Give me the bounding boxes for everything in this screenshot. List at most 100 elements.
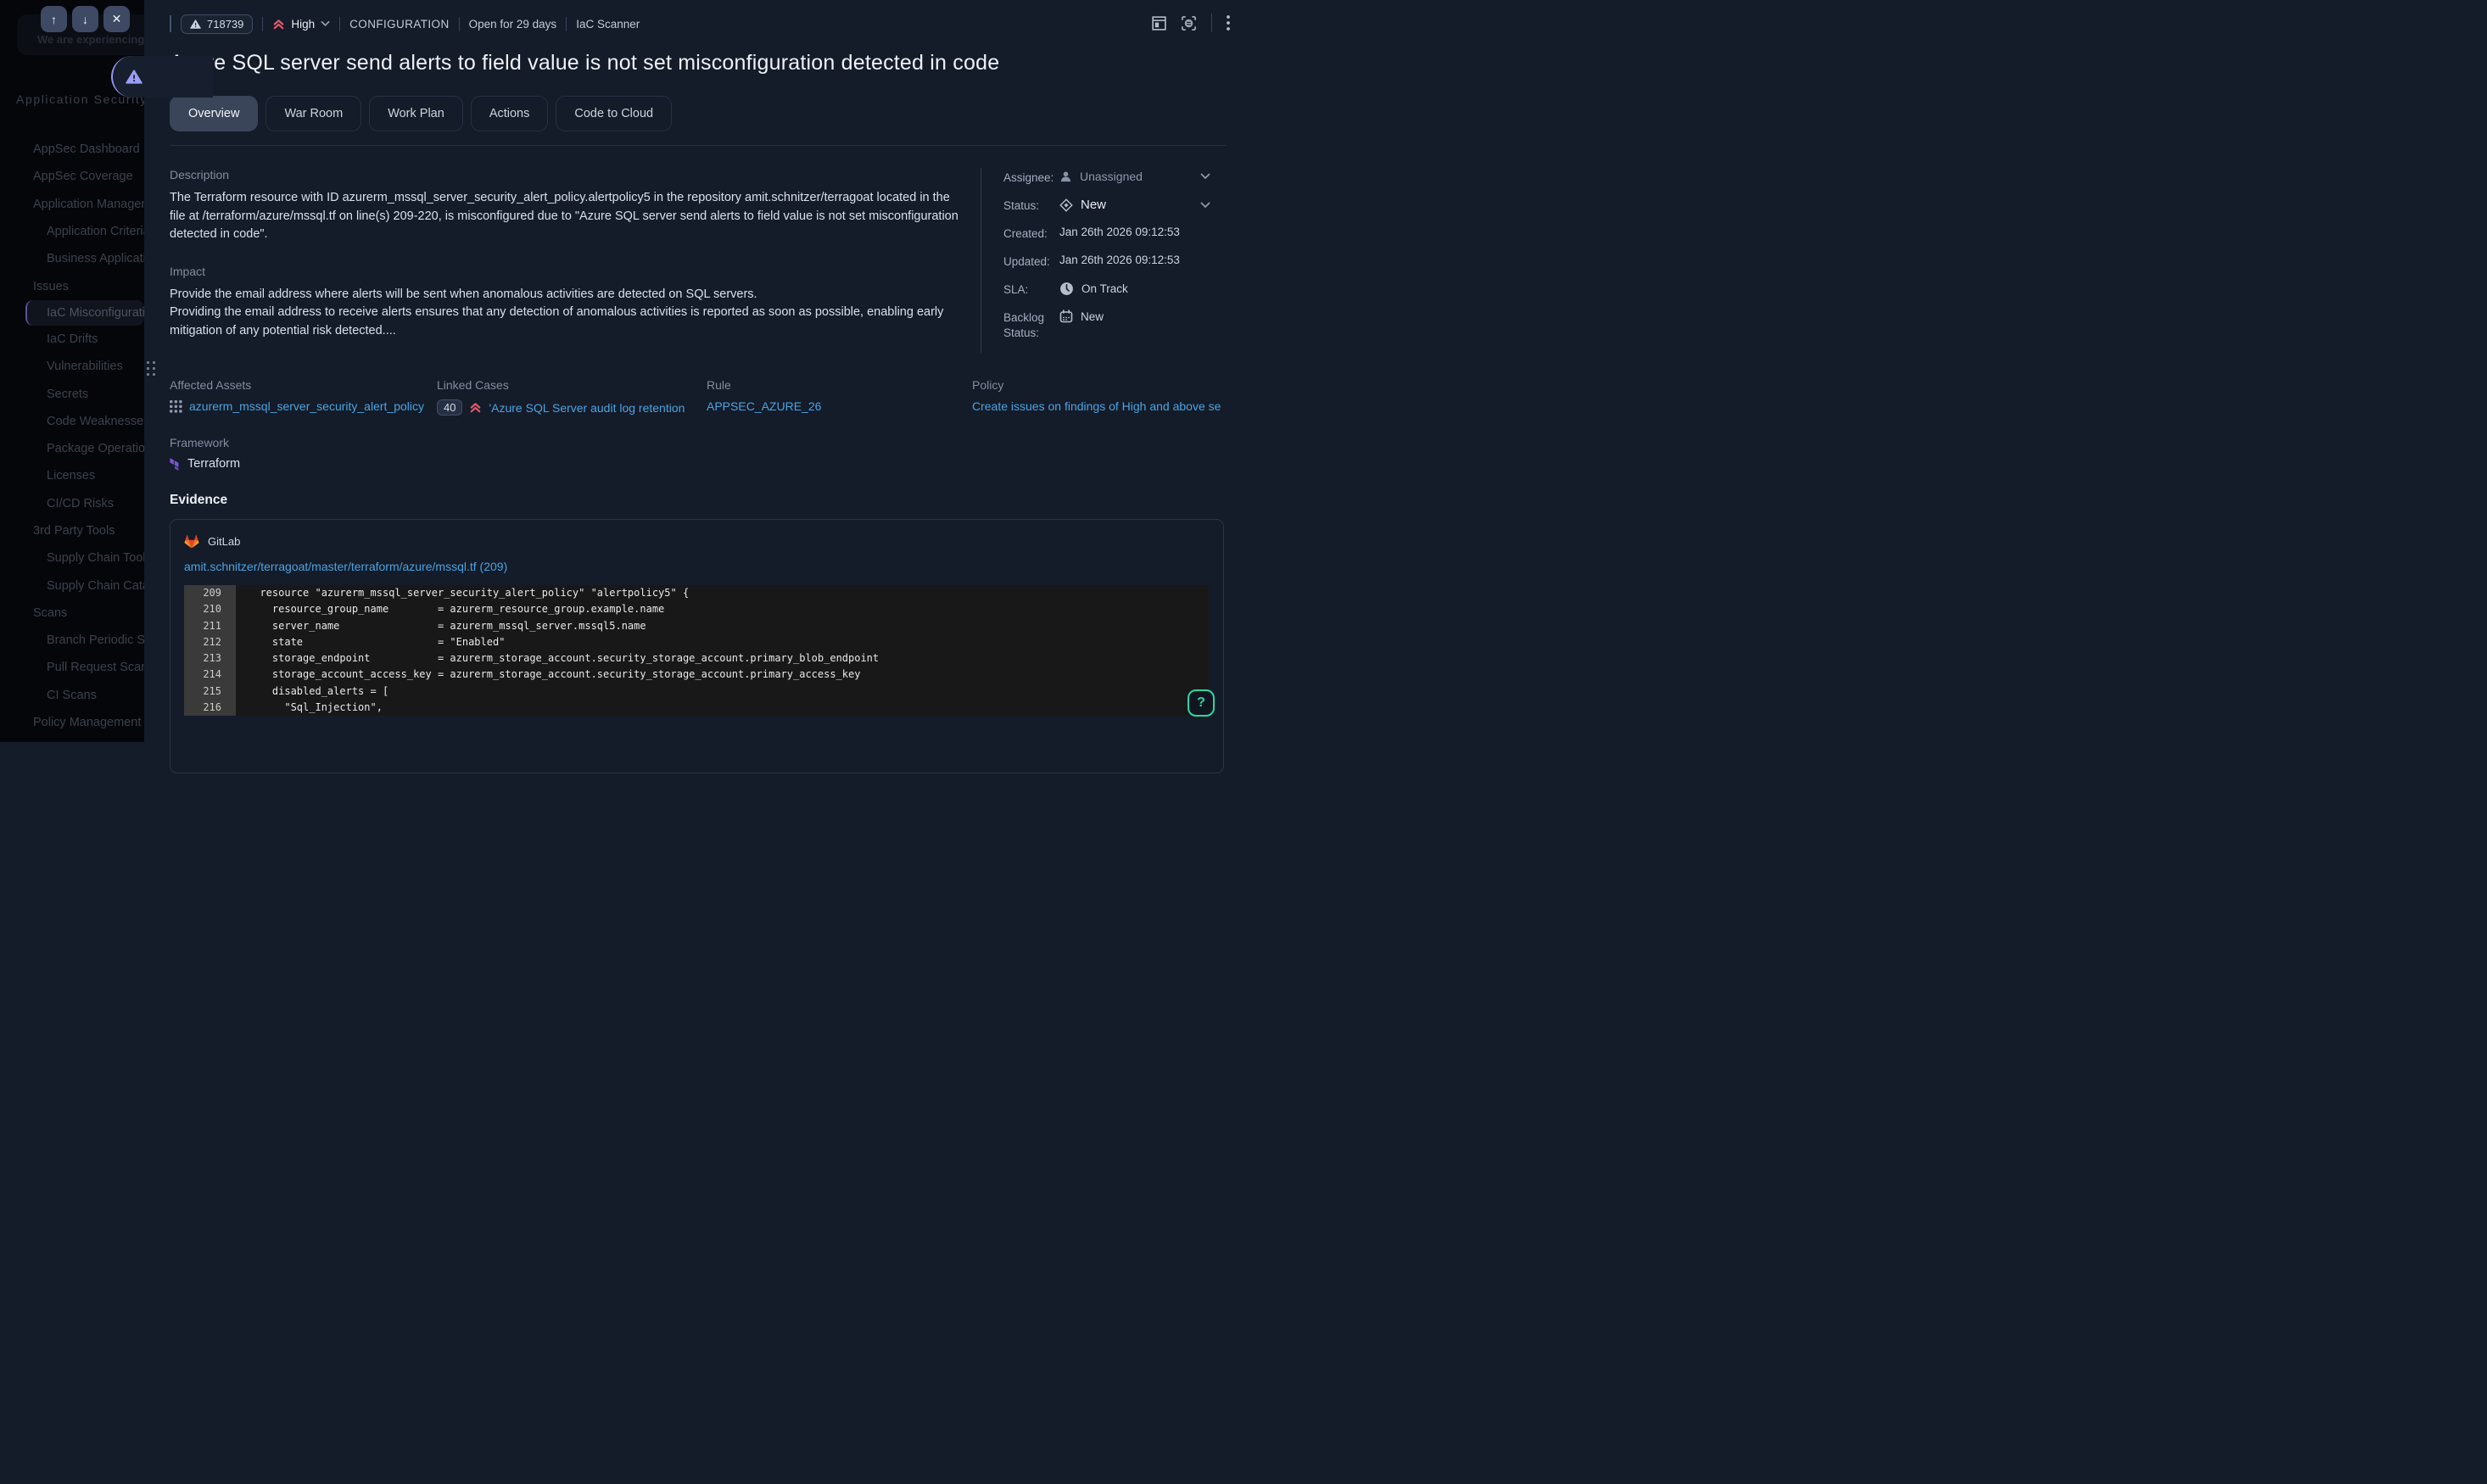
chevron-down-icon xyxy=(321,20,330,27)
kebab-menu-icon[interactable] xyxy=(1227,15,1230,31)
sidebar-item-package-operational[interactable]: Package Operational xyxy=(0,435,144,462)
help-icon: ? xyxy=(1197,695,1205,711)
sidebar-item-appsec-dashboard[interactable]: AppSec Dashboard xyxy=(0,136,144,163)
policy-link[interactable]: Create issues on findings of High and ab… xyxy=(972,399,1221,413)
linked-case-link[interactable]: 'Azure SQL Server audit log retention xyxy=(489,401,685,415)
sidebar-item-application-criteria[interactable]: Application Criteria xyxy=(0,218,144,245)
sidebar-item-iac-misconfiguration[interactable]: IaC Misconfiguration xyxy=(25,300,144,326)
tab-work-plan[interactable]: Work Plan xyxy=(369,96,463,131)
line-number: 210 xyxy=(184,601,236,617)
divider xyxy=(566,17,567,31)
line-number: 216 xyxy=(184,700,236,716)
overlay-buttons: ↑ ↓ ✕ xyxy=(41,6,130,32)
code-text: disabled_alerts = [ xyxy=(236,683,1209,700)
finding-id: 718739 xyxy=(207,18,243,31)
scroll-down-button[interactable]: ↓ xyxy=(72,6,98,32)
assignee-label: Assignee: xyxy=(1003,170,1059,186)
severity-high-icon xyxy=(272,18,285,31)
sidebar-item-pull-request-scans[interactable]: Pull Request Scans xyxy=(0,654,144,681)
linked-cases-label: Linked Cases xyxy=(437,378,707,392)
status-diamond-icon xyxy=(1059,198,1073,212)
sidebar-item-licenses[interactable]: Licenses xyxy=(0,462,144,489)
tab-bar: Overview War Room Work Plan Actions Code… xyxy=(170,96,1244,131)
sidebar-item-iac-drifts[interactable]: IaC Drifts xyxy=(0,326,144,353)
framework-value: Terraform xyxy=(187,457,240,471)
status-value: New xyxy=(1081,198,1106,212)
impact-label: Impact xyxy=(170,265,965,278)
affected-assets-label: Affected Assets xyxy=(170,378,437,392)
panel-layout-icon[interactable] xyxy=(1152,16,1166,31)
updated-value: Jan 26th 2026 09:12:53 xyxy=(1059,254,1180,266)
sidebar-item-appsec-coverage[interactable]: AppSec Coverage xyxy=(0,163,144,190)
finding-header: 718739 High CONFIGURATION Open for 29 da… xyxy=(170,13,1244,35)
evidence-file-link[interactable]: amit.schnitzer/terragoat/master/terrafor… xyxy=(184,560,1223,573)
sidebar-resize-handle-icon[interactable] xyxy=(147,361,156,377)
header-actions xyxy=(1152,14,1230,32)
finding-category: CONFIGURATION xyxy=(349,18,449,31)
description-label: Description xyxy=(170,168,965,181)
sidebar-item-cicd-risks[interactable]: CI/CD Risks xyxy=(0,490,144,517)
sidebar-item-ci-scans[interactable]: CI Scans xyxy=(0,682,144,709)
sidebar-item-supply-chain-tools[interactable]: Supply Chain Tools xyxy=(0,544,144,572)
policy-label: Policy xyxy=(972,378,1244,392)
line-number: 213 xyxy=(184,650,236,667)
rule-link[interactable]: APPSEC_AZURE_26 xyxy=(707,399,821,413)
sidebar-item-business-applications[interactable]: Business Applications xyxy=(0,245,144,272)
description-text: The Terraform resource with ID azurerm_m… xyxy=(170,189,965,244)
scroll-up-button[interactable]: ↑ xyxy=(41,6,67,32)
sidebar-item-policy-management[interactable]: Policy Management xyxy=(0,709,144,736)
severity-dropdown[interactable]: High xyxy=(272,18,330,31)
sidebar-item-3rd-party-tools[interactable]: 3rd Party Tools xyxy=(0,517,144,544)
sidebar-nav: AppSec Dashboard AppSec Coverage Applica… xyxy=(0,136,144,736)
warning-triangle-icon xyxy=(190,20,201,29)
tab-actions[interactable]: Actions xyxy=(471,96,549,131)
finding-id-badge[interactable]: 718739 xyxy=(181,14,253,34)
sidebar-item-supply-chain-catalog[interactable]: Supply Chain Catalog xyxy=(0,572,144,599)
line-number: 215 xyxy=(184,683,236,700)
tab-overview[interactable]: Overview xyxy=(170,96,258,131)
terraform-icon xyxy=(170,458,182,471)
code-snippet[interactable]: 209 resource "azurerm_mssql_server_secur… xyxy=(184,585,1209,716)
divider xyxy=(459,17,460,31)
backlog-status-value: New xyxy=(1081,310,1104,323)
help-button[interactable]: ? xyxy=(1188,689,1215,717)
line-number: 209 xyxy=(184,585,236,601)
linked-cases-count-badge[interactable]: 40 xyxy=(437,399,462,416)
code-text: resource_group_name = azurerm_resource_g… xyxy=(236,601,1209,617)
affected-asset-link[interactable]: azurerm_mssql_server_security_alert_poli… xyxy=(189,399,424,413)
sidebar-item-branch-periodic-scans[interactable]: Branch Periodic Scans xyxy=(0,627,144,654)
chevron-down-icon[interactable] xyxy=(1200,202,1210,209)
impact-text-line2: Providing the email address to receive a… xyxy=(170,304,965,340)
backlog-status-label: Backlog Status: xyxy=(1003,310,1059,341)
code-text: state = "Enabled" xyxy=(236,634,1209,650)
sidebar-item-code-weaknesses[interactable]: Code Weaknesses xyxy=(0,408,144,435)
sidebar-item-application-management[interactable]: Application Management xyxy=(0,191,144,218)
sidebar-item-vulnerabilities[interactable]: Vulnerabilities xyxy=(0,353,144,380)
sidebar-item-secrets[interactable]: Secrets xyxy=(0,380,144,407)
code-text: server_name = azurerm_mssql_server.mssql… xyxy=(236,618,1209,634)
sidebar-item-issues[interactable]: Issues xyxy=(0,272,144,299)
divider xyxy=(339,17,340,31)
divider xyxy=(170,15,171,32)
calendar-icon xyxy=(1059,310,1073,323)
sla-label: SLA: xyxy=(1003,282,1059,298)
line-number: 212 xyxy=(184,634,236,650)
focus-scan-icon[interactable] xyxy=(1181,15,1197,31)
close-icon: ✕ xyxy=(112,12,122,26)
chevron-down-icon[interactable] xyxy=(1200,173,1210,180)
line-number: 214 xyxy=(184,667,236,683)
divider xyxy=(1211,14,1212,32)
sidebar-item-scans[interactable]: Scans xyxy=(0,600,144,627)
tab-war-room[interactable]: War Room xyxy=(265,96,361,131)
user-icon xyxy=(1059,170,1072,183)
status-label: Status: xyxy=(1003,198,1059,214)
created-value: Jan 26th 2026 09:12:53 xyxy=(1059,226,1180,238)
severity-label: High xyxy=(291,18,315,31)
asset-grid-icon xyxy=(170,400,182,413)
close-button[interactable]: ✕ xyxy=(103,6,130,32)
tab-code-to-cloud[interactable]: Code to Cloud xyxy=(556,96,672,131)
main-content: 718739 High CONFIGURATION Open for 29 da… xyxy=(144,0,1244,742)
divider xyxy=(170,145,1226,146)
alert-pull-tab[interactable] xyxy=(111,56,213,98)
code-text: storage_endpoint = azurerm_storage_accou… xyxy=(236,650,1209,667)
